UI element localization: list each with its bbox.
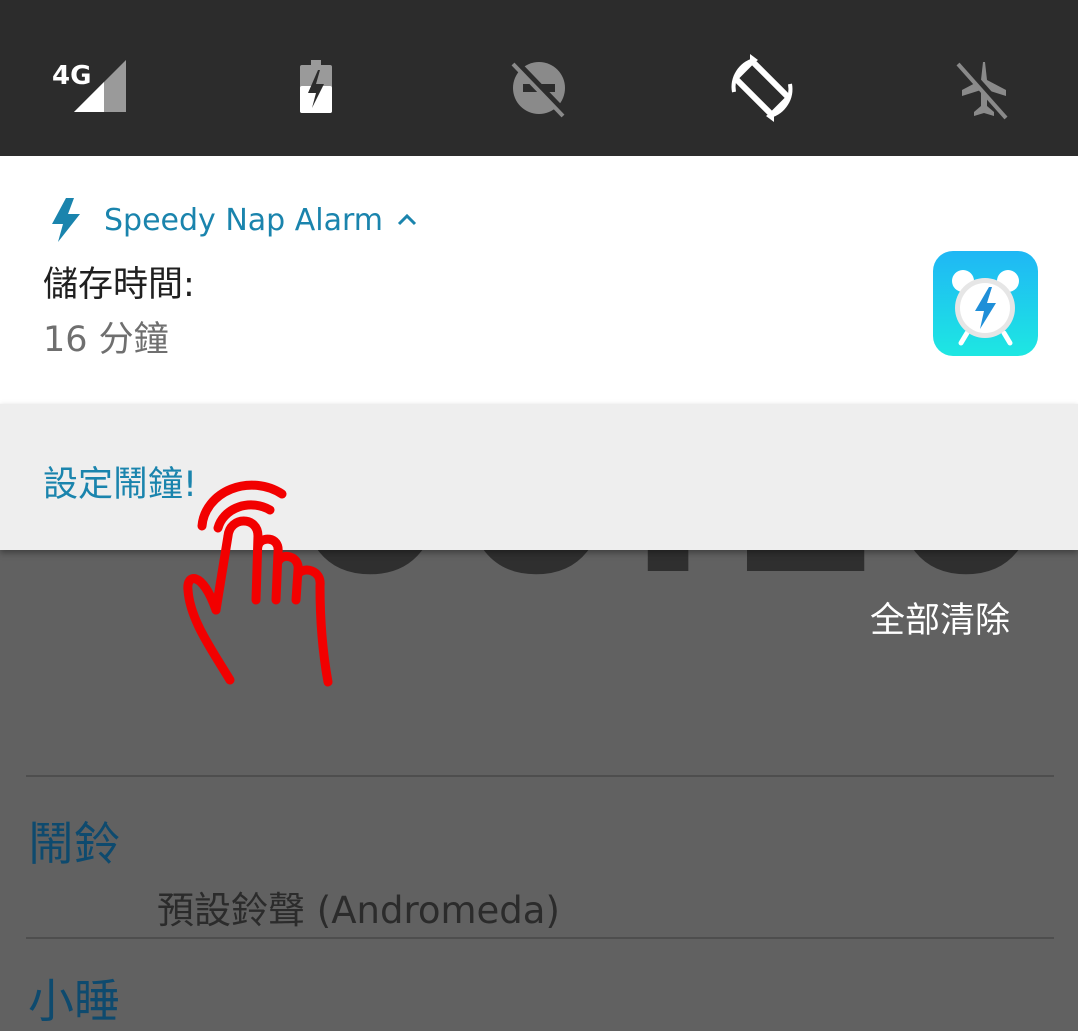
battery-charging-icon <box>300 60 332 113</box>
section-title-alarm: 鬧鈴 <box>28 817 120 871</box>
set-alarm-action-button[interactable]: 設定鬧鐘! <box>43 456 197 507</box>
notification-actions: 設定鬧鐘! <box>0 404 1078 550</box>
section-title-snooze: 小睡 <box>28 974 120 1028</box>
signal-4g-label: 4G <box>52 61 91 91</box>
chevron-up-icon[interactable] <box>395 208 419 232</box>
clear-all-button[interactable]: 全部清除 <box>870 592 1010 643</box>
airplane-mode-off-icon <box>956 59 1011 120</box>
quick-settings-bar: 4G <box>0 0 1078 156</box>
divider <box>26 937 1054 939</box>
notification-app-name: Speedy Nap Alarm <box>104 202 384 238</box>
notification-header[interactable]: Speedy Nap Alarm <box>46 196 419 244</box>
notification-text: 16 分鐘 <box>43 320 169 360</box>
auto-rotate-tile[interactable] <box>714 46 810 130</box>
battery-tile[interactable] <box>268 46 364 130</box>
notification-title: 儲存時間: <box>43 265 195 305</box>
airplane-mode-tile[interactable] <box>936 46 1032 130</box>
lightning-bolt-icon <box>52 198 80 242</box>
divider <box>26 775 1054 777</box>
signal-4g-icon: 4G <box>52 60 126 112</box>
do-not-disturb-off-icon <box>511 59 568 118</box>
alarm-clock-app-icon <box>933 251 1038 356</box>
notification-card[interactable]: Speedy Nap Alarm 儲存時間: 16 分鐘 <box>0 156 1078 404</box>
do-not-disturb-tile[interactable] <box>491 46 587 130</box>
ringtone-setting[interactable]: 預設鈴聲 (Andromeda) <box>157 880 560 934</box>
signal-4g-tile[interactable]: 4G <box>44 46 140 130</box>
auto-rotate-icon <box>731 54 793 122</box>
